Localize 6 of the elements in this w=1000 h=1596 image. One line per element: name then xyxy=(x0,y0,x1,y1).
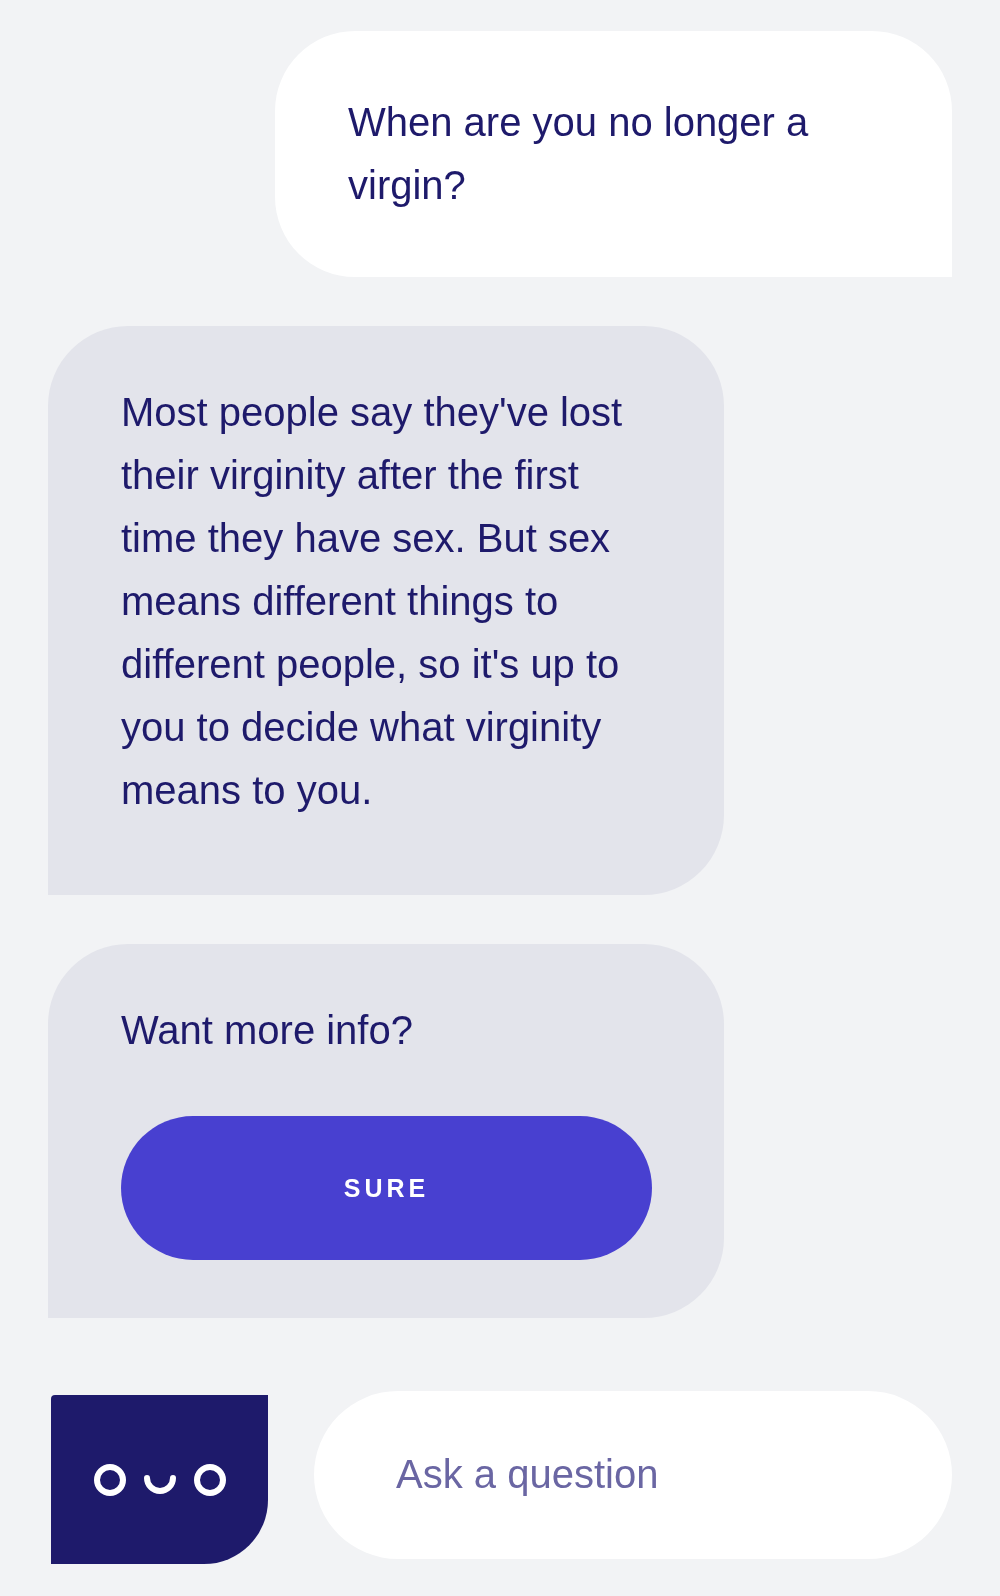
question-input-field[interactable]: Ask a question xyxy=(314,1390,952,1559)
bot-question: Want more info? xyxy=(121,1007,414,1054)
bot-message: Most people say they've lost their virginity after the first time they have sex. But sex means different things to different people, so it's up to you to decide what virginity means to you. xyxy=(48,326,724,895)
bot-avatar-icon xyxy=(51,1395,268,1564)
sure-button[interactable]: SURE xyxy=(121,1116,652,1260)
user-message: When are you no longer a virgin? xyxy=(275,31,952,277)
